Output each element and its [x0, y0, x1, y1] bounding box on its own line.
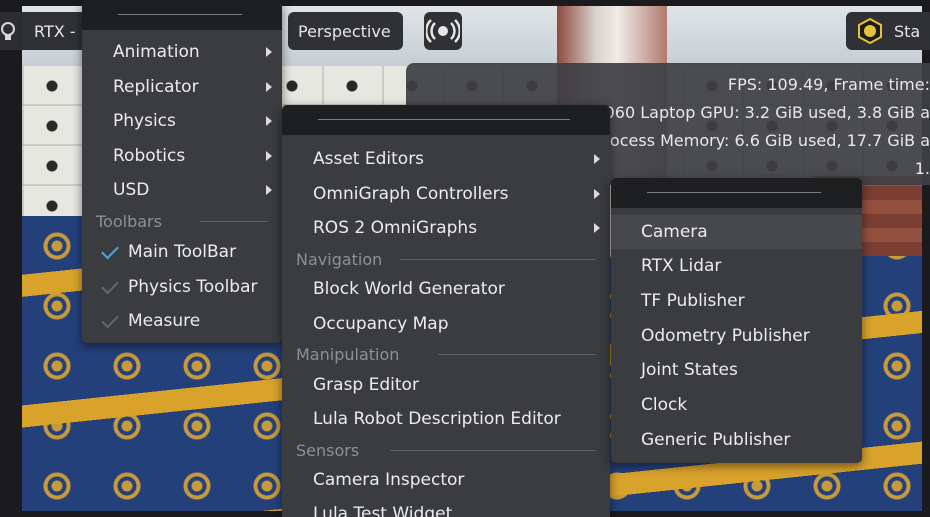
- menu-item-odometry-publisher[interactable]: Odometry Publisher: [611, 319, 862, 353]
- menu-item-lula-test-widget[interactable]: Lula Test Widget: [282, 497, 610, 517]
- menu-item-label: Lula Robot Description Editor: [313, 409, 561, 429]
- gpu-memory-stat: 060 Laptop GPU: 3.2 GiB used, 3.8 GiB a: [604, 103, 930, 122]
- check-icon: [101, 241, 119, 259]
- menu-item-label: Lula Test Widget: [313, 504, 453, 517]
- camera-perspective-button[interactable]: Perspective: [288, 12, 403, 50]
- menu-item-generic-publisher[interactable]: Generic Publisher: [611, 423, 862, 457]
- menu-item-camera-inspector[interactable]: Camera Inspector: [282, 463, 610, 497]
- menu-item-label: Clock: [641, 395, 688, 415]
- menu-item-label: Generic Publisher: [641, 430, 791, 450]
- broadcast-icon: [426, 19, 460, 43]
- stage-label: Sta: [894, 21, 921, 41]
- lighting-button[interactable]: [0, 12, 22, 50]
- menu-item-tf-publisher[interactable]: TF Publisher: [611, 284, 862, 318]
- menu-item-lula-robot-description-editor[interactable]: Lula Robot Description Editor: [282, 402, 610, 436]
- lightbulb-icon: [1, 22, 15, 40]
- robotics-submenu: Asset Editors OmniGraph Controllers ROS …: [282, 105, 610, 517]
- menu-item-label: RTX Lidar: [641, 256, 722, 276]
- ros2-omnigraphs-submenu: Camera RTX Lidar TF Publisher Odometry P…: [611, 178, 862, 463]
- menu-item-label: Odometry Publisher: [641, 326, 810, 346]
- menu-item-label: OmniGraph Controllers: [313, 184, 509, 204]
- menu-item-animation[interactable]: Animation: [82, 35, 282, 69]
- menu-item-label: Physics: [113, 111, 176, 131]
- menu-item-robotics[interactable]: Robotics: [82, 139, 282, 173]
- menu-item-label: Joint States: [641, 360, 738, 380]
- menu-item-label: USD: [113, 180, 150, 200]
- toggle-measure[interactable]: Measure: [82, 304, 282, 338]
- menu-item-joint-states[interactable]: Joint States: [611, 353, 862, 387]
- camera-settings-button[interactable]: [424, 12, 462, 50]
- renderer-button[interactable]: RTX -: [22, 12, 82, 50]
- menu-item-omnigraph-controllers[interactable]: OmniGraph Controllers: [282, 177, 610, 211]
- section-label: Navigation: [296, 249, 383, 269]
- menu-item-label: ROS 2 OmniGraphs: [313, 218, 478, 238]
- tools-menu: Animation Replicator Physics Robotics US…: [82, 0, 282, 343]
- menu-item-grasp-editor[interactable]: Grasp Editor: [282, 368, 610, 402]
- menu-item-label: Camera Inspector: [313, 470, 465, 490]
- menu-item-label: Animation: [113, 42, 200, 62]
- chevron-right-icon: [266, 116, 272, 126]
- menu-header: [611, 178, 862, 208]
- menu-item-camera[interactable]: Camera: [611, 215, 862, 249]
- section-toolbars: Toolbars: [82, 208, 282, 234]
- menu-item-occupancy-map[interactable]: Occupancy Map: [282, 307, 610, 341]
- stage-light-icon: [858, 17, 882, 45]
- menu-item-replicator[interactable]: Replicator: [82, 70, 282, 104]
- menu-item-label: Camera: [641, 222, 708, 242]
- check-icon: [101, 276, 119, 294]
- process-memory-stat: ocess Memory: 6.6 GiB used, 17.7 GiB a: [609, 131, 930, 150]
- section-label: Toolbars: [96, 211, 162, 231]
- renderer-label: RTX -: [34, 21, 76, 41]
- toggle-main-toolbar[interactable]: Main ToolBar: [82, 235, 282, 269]
- check-icon: [101, 310, 119, 328]
- menu-header: [82, 0, 282, 30]
- menu-item-physics[interactable]: Physics: [82, 104, 282, 138]
- section-label: Sensors: [296, 440, 360, 460]
- menu-item-block-world-generator[interactable]: Block World Generator: [282, 272, 610, 306]
- menu-item-usd[interactable]: USD: [82, 173, 282, 207]
- toggle-label: Measure: [128, 311, 201, 331]
- menu-header: [282, 105, 610, 135]
- chevron-right-icon: [594, 189, 600, 199]
- menu-item-label: Robotics: [113, 146, 186, 166]
- perspective-label: Perspective: [298, 21, 391, 41]
- section-sensors: Sensors: [282, 437, 610, 463]
- menu-item-rtx-lidar[interactable]: RTX Lidar: [611, 249, 862, 283]
- extra-stat: 1.: [914, 159, 930, 178]
- menu-item-label: Block World Generator: [313, 279, 505, 299]
- chevron-right-icon: [594, 154, 600, 164]
- menu-item-label: TF Publisher: [641, 291, 745, 311]
- section-navigation: Navigation: [282, 246, 610, 272]
- menu-item-label: Occupancy Map: [313, 314, 449, 334]
- toggle-label: Physics Toolbar: [128, 277, 258, 297]
- menu-item-label: Asset Editors: [313, 149, 425, 169]
- toggle-label: Main ToolBar: [128, 242, 237, 262]
- menu-item-asset-editors[interactable]: Asset Editors: [282, 142, 610, 176]
- chevron-right-icon: [266, 151, 272, 161]
- chevron-right-icon: [266, 185, 272, 195]
- menu-item-label: Replicator: [113, 77, 199, 97]
- fps-stat: FPS: 109.49, Frame time:: [727, 75, 930, 94]
- chevron-right-icon: [266, 82, 272, 92]
- menu-item-ros2-omnigraphs[interactable]: ROS 2 OmniGraphs: [282, 211, 610, 245]
- chevron-right-icon: [266, 47, 272, 57]
- menu-item-label: Grasp Editor: [313, 375, 419, 395]
- chevron-right-icon: [594, 223, 600, 233]
- section-manipulation: Manipulation: [282, 341, 610, 367]
- toggle-physics-toolbar[interactable]: Physics Toolbar: [82, 270, 282, 304]
- section-label: Manipulation: [296, 344, 400, 364]
- stage-lights-button[interactable]: Sta: [846, 12, 930, 50]
- menu-item-clock[interactable]: Clock: [611, 388, 862, 422]
